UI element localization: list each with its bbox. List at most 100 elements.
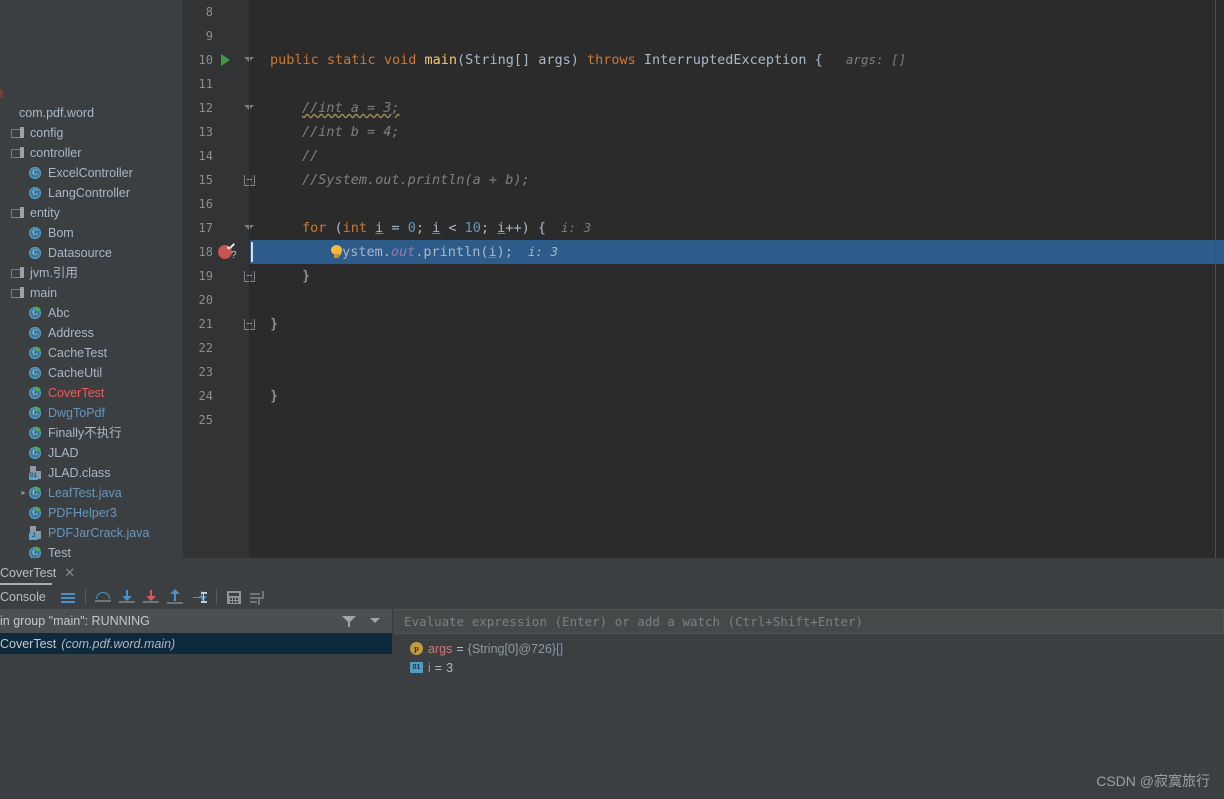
tree-item-test[interactable]: C Test bbox=[0, 543, 183, 558]
code-line[interactable]: } bbox=[250, 312, 1224, 336]
stack-frame-row[interactable]: CoverTest (com.pdf.word.main) bbox=[0, 633, 392, 654]
code-editor[interactable]: 8 9 10 11 12 13 14 15 16 17 18 19 20 21 22 23 24 25 ? pub… bbox=[183, 0, 1224, 558]
line-number: 20 bbox=[198, 293, 213, 307]
tree-item-label: LangController bbox=[48, 186, 130, 200]
editor-gutter[interactable]: 8 9 10 11 12 13 14 15 16 17 18 19 20 21 22 23 24 25 ? bbox=[183, 0, 255, 558]
class-icon: C bbox=[29, 246, 43, 260]
inline-debug-hint: i: 3 bbox=[512, 244, 559, 259]
tree-item-cacheutil[interactable]: C CacheUtil bbox=[0, 363, 183, 383]
debug-toolbar[interactable]: Console bbox=[0, 585, 1224, 609]
chevron-down-icon[interactable] bbox=[370, 618, 380, 623]
show-execution-point-icon[interactable] bbox=[56, 586, 80, 608]
tree-item-jvm[interactable]: jvm.引用 bbox=[0, 263, 183, 283]
code-line[interactable] bbox=[250, 288, 1224, 312]
editor-vertical-scrollbar-track[interactable] bbox=[174, 0, 357, 558]
tree-item-com-pdf-word[interactable]: com.pdf.word bbox=[0, 103, 183, 123]
tree-item-controller[interactable]: controller bbox=[0, 143, 183, 163]
code-line[interactable] bbox=[250, 0, 1224, 24]
code-line[interactable] bbox=[250, 72, 1224, 96]
tree-item-langcontroller[interactable]: C LangController bbox=[0, 183, 183, 203]
project-tool-window[interactable]: com.pdf.word config controller C ExcelContro… bbox=[0, 0, 183, 558]
tree-item-label: entity bbox=[30, 206, 60, 220]
tree-item-entity[interactable]: entity bbox=[0, 203, 183, 223]
tree-item-abc[interactable]: C Abc bbox=[0, 303, 183, 323]
line-number: 19 bbox=[198, 269, 213, 283]
evaluate-expression-input[interactable]: Evaluate expression (Enter) or add a wat… bbox=[394, 609, 1224, 634]
debug-session-tabs[interactable]: CoverTest ✕ bbox=[0, 560, 1224, 585]
tree-item-jlad[interactable]: C JLAD bbox=[0, 443, 183, 463]
frames-panel[interactable]: in group "main": RUNNING CoverTest (com.… bbox=[0, 609, 392, 799]
tree-item-excelcontroller[interactable]: C ExcelController bbox=[0, 163, 183, 183]
debug-tab-covertest[interactable]: CoverTest ✕ bbox=[0, 560, 81, 585]
code-token: int bbox=[342, 220, 376, 236]
tree-item-config[interactable]: config bbox=[0, 123, 183, 143]
tree-item-pdfjarcrack-java[interactable]: J PDFJarCrack.java bbox=[0, 523, 183, 543]
tree-item-cachetest[interactable]: C CacheTest bbox=[0, 343, 183, 363]
tree-item-label: Abc bbox=[48, 306, 70, 320]
run-to-cursor-icon[interactable] bbox=[187, 586, 211, 608]
code-line[interactable] bbox=[250, 24, 1224, 48]
tree-item-covertest[interactable]: C CoverTest bbox=[0, 383, 183, 403]
code-line[interactable]: for (int i = 0; i < 10; i++) { i: 3 bbox=[250, 216, 1224, 240]
code-token: //int b = 4; bbox=[302, 124, 400, 140]
evaluate-expression-icon[interactable] bbox=[222, 586, 246, 608]
tree-item-label: Test bbox=[48, 546, 71, 558]
code-line[interactable]: } bbox=[250, 384, 1224, 408]
code-line[interactable]: //int b = 4; bbox=[250, 120, 1224, 144]
variables-list[interactable]: p args = {String[0]@726} [] 01 i = 3 bbox=[394, 634, 1224, 677]
code-token: } bbox=[302, 268, 311, 284]
tree-item-dwgtopdf[interactable]: C DwgToPdf bbox=[0, 403, 183, 423]
code-line[interactable]: // bbox=[250, 144, 1224, 168]
layout-settings-icon[interactable] bbox=[246, 586, 270, 608]
tree-item-pdfhelper3[interactable]: C PDFHelper3 bbox=[0, 503, 183, 523]
tree-item-main[interactable]: main bbox=[0, 283, 183, 303]
tree-item-address[interactable]: C Address bbox=[0, 323, 183, 343]
variable-value: 3 bbox=[446, 660, 454, 675]
tree-item-leaftest-java[interactable]: ▸ C LeafTest.java bbox=[0, 483, 183, 503]
code-token: public bbox=[270, 52, 327, 68]
folder-icon bbox=[11, 287, 25, 299]
tree-item-label: PDFJarCrack.java bbox=[48, 526, 150, 540]
code-token: //System.out.println(a + b); bbox=[302, 172, 530, 188]
step-into-icon[interactable] bbox=[115, 586, 139, 608]
variable-row[interactable]: 01 i = 3 bbox=[394, 658, 1224, 677]
console-tab-label[interactable]: Console bbox=[0, 590, 46, 604]
close-icon[interactable]: ✕ bbox=[64, 566, 75, 579]
code-token: // bbox=[302, 148, 319, 164]
text-caret bbox=[251, 242, 253, 262]
code-token: InterruptedException { bbox=[643, 52, 831, 68]
line-number-column: 8 9 10 11 12 13 14 15 16 17 18 19 20 21 22 23 24 25 bbox=[183, 0, 217, 432]
code-line[interactable]: } bbox=[250, 264, 1224, 288]
tree-item-bom[interactable]: C Bom bbox=[0, 223, 183, 243]
code-text-area[interactable]: public static void main(String[] args) t… bbox=[250, 0, 1224, 558]
code-token: (String[] args) bbox=[456, 52, 588, 68]
line-number: 18 bbox=[198, 245, 213, 259]
tree-item-jlad-class[interactable]: 01 JLAD.class bbox=[0, 463, 183, 483]
tree-item-finally[interactable]: C Finally不执行 bbox=[0, 423, 183, 443]
step-out-icon[interactable] bbox=[163, 586, 187, 608]
code-line[interactable] bbox=[250, 408, 1224, 432]
intention-bulb-icon[interactable] bbox=[331, 245, 342, 259]
project-file-tree[interactable]: com.pdf.word config controller C ExcelContro… bbox=[0, 103, 183, 558]
tree-item-label: Finally不执行 bbox=[48, 426, 122, 440]
force-step-into-icon[interactable] bbox=[139, 586, 163, 608]
class-icon: C bbox=[29, 226, 43, 240]
runnable-class-icon: C bbox=[29, 386, 43, 400]
tree-item-label: config bbox=[30, 126, 64, 140]
frame-method-label: CoverTest bbox=[0, 636, 57, 651]
code-line[interactable]: //System.out.println(a + b); bbox=[250, 168, 1224, 192]
current-execution-line[interactable]: System.out.println(i); i: 3 bbox=[250, 240, 1224, 264]
step-over-icon[interactable] bbox=[91, 586, 115, 608]
tree-item-datasource[interactable]: C Datasource bbox=[0, 243, 183, 263]
thread-selector[interactable]: in group "main": RUNNING bbox=[0, 609, 392, 633]
code-line[interactable]: //int a = 3; bbox=[250, 96, 1224, 120]
expand-arrow-icon[interactable]: ▸ bbox=[18, 483, 29, 503]
variable-row[interactable]: p args = {String[0]@726} [] bbox=[394, 639, 1224, 658]
code-line[interactable] bbox=[250, 360, 1224, 384]
run-gutter-icon[interactable] bbox=[221, 54, 230, 66]
filter-icon[interactable] bbox=[342, 614, 356, 628]
tree-item-label: Datasource bbox=[48, 246, 112, 260]
code-line[interactable] bbox=[250, 192, 1224, 216]
code-line[interactable] bbox=[250, 336, 1224, 360]
code-line[interactable]: public static void main(String[] args) t… bbox=[250, 48, 1224, 72]
